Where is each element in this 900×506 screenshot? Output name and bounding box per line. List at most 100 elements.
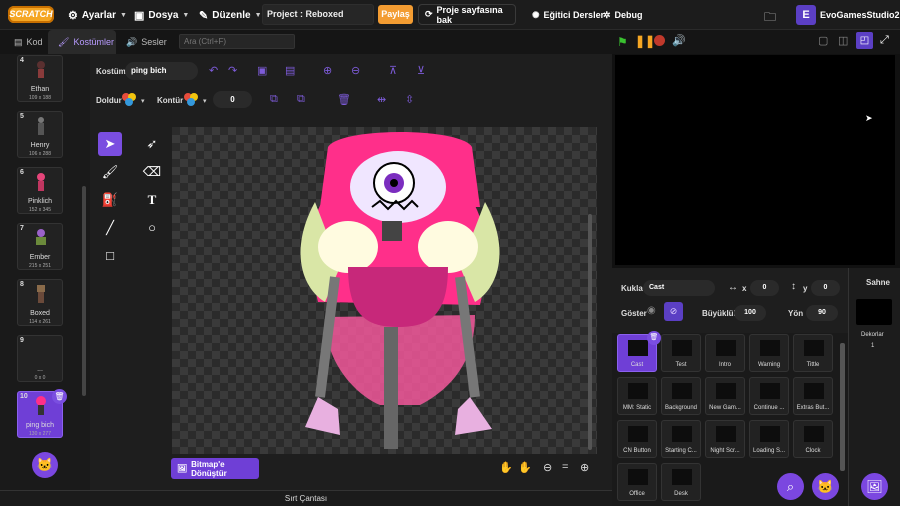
sprite-name-input[interactable]: Cast	[643, 280, 715, 296]
sprite-item[interactable]: Warning	[749, 334, 789, 372]
hand-tool-icon[interactable]: ✋	[499, 461, 513, 474]
tab-costumes[interactable]: 🖌 Kostümler	[48, 30, 116, 54]
sprite-item[interactable]: Starting C...	[661, 420, 701, 458]
tab-sounds[interactable]: 🔊 Sesler	[116, 30, 177, 54]
small-stage-icon[interactable]: ▢	[818, 34, 828, 47]
sprite-item[interactable]: CN Button	[617, 420, 657, 458]
rectangle-tool-icon[interactable]: □	[98, 244, 122, 268]
flip-vertical-icon[interactable]: ⇳	[405, 93, 414, 106]
costume-item[interactable]: 9... 0 x 0	[17, 335, 63, 382]
delete-sprite-icon[interactable]: 🗑	[647, 331, 661, 345]
debug-button[interactable]: ✲ Debug	[603, 0, 643, 30]
hide-eye-icon[interactable]: ⊘	[664, 302, 683, 321]
fill-tool-icon[interactable]: ⛽	[98, 188, 122, 212]
stop-icon[interactable]	[654, 35, 665, 46]
flip-horizontal-icon[interactable]: ⇹	[377, 93, 386, 106]
y-input[interactable]: 0	[811, 280, 840, 296]
large-stage-icon[interactable]: ◫	[838, 34, 848, 47]
sprite-item[interactable]: Clock	[793, 420, 833, 458]
show-eye-icon[interactable]: ◉	[647, 305, 656, 316]
stage-mode-icon[interactable]: ◰	[856, 32, 873, 49]
convert-to-bitmap-button[interactable]: 🖼 Bitmap'e Dönüştür	[171, 458, 259, 479]
green-flag-icon[interactable]: ⚑	[617, 35, 628, 49]
edit-menu[interactable]: ✎ Düzenle ▼	[199, 0, 262, 30]
ungroup-icon[interactable]: ▤	[285, 64, 295, 77]
sprite-item[interactable]: MM: Static	[617, 377, 657, 415]
project-page-button[interactable]: ⟳ Proje sayfasına bak	[418, 4, 516, 25]
trash-icon[interactable]: 🗑	[337, 93, 351, 106]
sprite-item[interactable]: Test	[661, 334, 701, 372]
costume-number: 7	[20, 225, 24, 232]
outline-width-input[interactable]: 0	[213, 91, 252, 108]
costume-item[interactable]: 4 Ethan 109 x 188	[17, 55, 63, 102]
costume-number: 5	[20, 113, 24, 120]
redo-icon[interactable]: ↷	[228, 64, 237, 77]
line-tool-icon[interactable]: ╱	[98, 216, 122, 240]
backward-icon[interactable]: ⊖	[351, 64, 360, 77]
costume-name-input[interactable]: ping bich	[125, 62, 198, 80]
settings-menu[interactable]: ⚙ Ayarlar ▼	[68, 0, 127, 30]
stage-thumbnail[interactable]	[856, 299, 892, 325]
forward-icon[interactable]: ⊕	[323, 64, 332, 77]
canvas-scrollbar[interactable]	[588, 214, 592, 450]
search-sprite-icon[interactable]: ⌕	[777, 473, 804, 500]
user-menu[interactable]: E EvoGamesStudio2	[796, 4, 900, 26]
text-tool-icon[interactable]: T	[140, 188, 164, 212]
reshape-tool-icon[interactable]: ➶	[140, 132, 164, 156]
sprite-item[interactable]: Intro	[705, 334, 745, 372]
paste-icon[interactable]: ⧉	[297, 93, 305, 106]
direction-input[interactable]: 90	[806, 305, 838, 321]
sprite-item[interactable]: Continue ...	[749, 377, 789, 415]
back-icon[interactable]: ⊻	[417, 64, 425, 77]
zoom-reset-icon[interactable]: =	[562, 461, 568, 473]
stage-canvas[interactable]	[615, 55, 895, 265]
costume-list-scrollbar[interactable]	[82, 186, 86, 396]
fill-color-picker[interactable]: ▾	[121, 92, 147, 107]
costume-item[interactable]: 7 Ember 215 x 251	[17, 223, 63, 270]
backpack-bar[interactable]: Sırt Çantası	[0, 490, 612, 506]
front-icon[interactable]: ⊼	[389, 64, 397, 77]
fullscreen-icon[interactable]: ⤢	[880, 34, 889, 47]
add-backdrop-button[interactable]: 🖼	[861, 473, 888, 500]
sprite-item[interactable]: Extras But...	[793, 377, 833, 415]
eraser-tool-icon[interactable]: ⌫	[140, 160, 164, 184]
size-input[interactable]: 100	[734, 305, 766, 321]
group-icon[interactable]: ▣	[257, 64, 267, 77]
sprite-name: Cast	[630, 362, 644, 368]
costume-item[interactable]: 5 Henry 106 x 288	[17, 111, 63, 158]
outline-color-picker[interactable]: ▾	[183, 92, 209, 107]
select-tool-icon[interactable]: ➤	[98, 132, 122, 156]
pause-icon[interactable]: ❚❚	[635, 34, 655, 48]
file-menu[interactable]: ▣ Dosya ▼	[134, 0, 189, 30]
sprite-item[interactable]: Tittle	[793, 334, 833, 372]
project-title-input[interactable]: Project : Reboxed	[262, 4, 374, 25]
sprite-item[interactable]: Night Scr...	[705, 420, 745, 458]
tab-code[interactable]: ▤ Kod	[4, 30, 53, 54]
costume-item[interactable]: 8 Boxed 114 x 261	[17, 279, 63, 326]
search-input[interactable]: Ara (Ctrl+F)	[179, 34, 295, 49]
sprite-item[interactable]: New Gam...	[705, 377, 745, 415]
sprite-item[interactable]: Loading S...	[749, 420, 789, 458]
zoom-in-icon[interactable]: ⊕	[580, 461, 589, 474]
delete-costume-icon[interactable]: 🗑	[52, 389, 67, 404]
sprite-list-scrollbar[interactable]	[840, 343, 845, 471]
add-costume-button[interactable]: 🐱	[32, 452, 58, 478]
copy-icon[interactable]: ⧉	[270, 93, 278, 106]
sprite-item[interactable]: Desk	[661, 463, 701, 501]
sound-icon[interactable]: 🔊	[672, 34, 686, 47]
zoom-out-icon[interactable]: ⊖	[543, 461, 552, 474]
costume-item[interactable]: 6 Pinklich 152 x 345	[17, 167, 63, 214]
circle-tool-icon[interactable]: ○	[140, 216, 164, 240]
sprite-item[interactable]: Office	[617, 463, 657, 501]
undo-icon[interactable]: ↶	[209, 64, 218, 77]
share-button[interactable]: Paylaş	[378, 5, 413, 24]
add-sprite-button[interactable]: 🐱	[812, 473, 839, 500]
avatar: E	[796, 5, 816, 25]
sprite-item[interactable]: Background	[661, 377, 701, 415]
scratch-logo[interactable]: SCRATCH	[8, 6, 54, 23]
brush-tool-icon[interactable]: 🖌	[98, 160, 122, 184]
tutorials-button[interactable]: ✺ Eğitici Dersler	[532, 0, 604, 30]
x-input[interactable]: 0	[750, 280, 779, 296]
folder-icon[interactable]: 🗀	[764, 8, 776, 29]
touch-icon[interactable]: ✋	[518, 461, 532, 474]
